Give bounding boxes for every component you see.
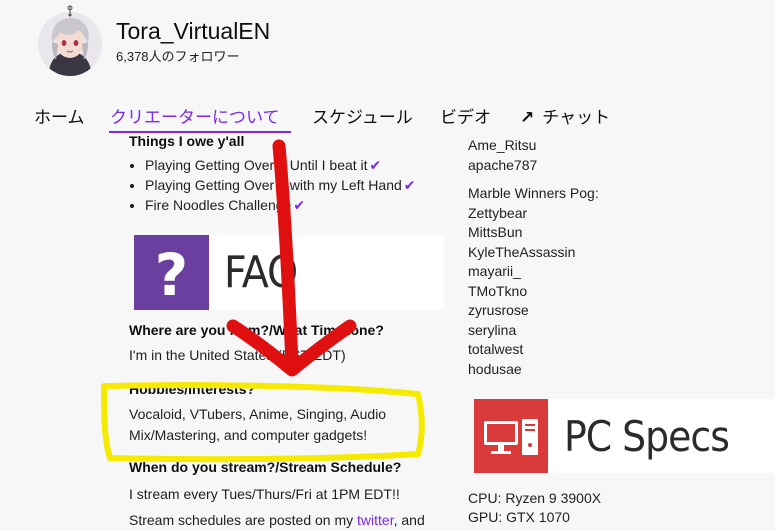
computer-icon [474,399,548,473]
tab-home[interactable]: ホーム [34,103,85,128]
marble-winner: KyleTheAssassin [468,244,576,260]
faq-banner-label: FAQ [224,247,298,298]
question-icon: ? [134,235,209,310]
twitter-link[interactable]: twitter [357,512,394,528]
schedule-text: Stream schedules are posted on my [129,512,354,528]
list-item: Fire Noodles Challenge✔ [145,195,416,215]
tab-chat[interactable]: ↗ チャット [520,103,610,128]
tab-chat-label: チャット [542,108,611,128]
faq-question-where: Where are you from?/What Timezone? [129,322,384,338]
marble-winner: serylina [468,322,517,338]
checkmark-icon: ✔ [369,157,382,173]
owe-item-text: Playing Getting Over It with my Left Han… [145,177,402,193]
supporter-name: apache787 [468,157,538,173]
list-item: Playing Getting Over It with my Left Han… [145,175,416,195]
pc-specs-banner-label: PC Specs [564,411,730,461]
marble-winner: MittsBun [468,224,523,240]
svg-text:?: ? [155,241,189,309]
channel-avatar[interactable] [38,12,102,76]
faq-banner: ? FAQ [134,235,444,310]
checkmark-icon: ✔ [403,177,416,193]
faq-answer-hobbies: Vocaloid, VTubers, Anime, Singing, Audio… [129,406,387,443]
marble-winner: mayarii_ [468,263,521,279]
tab-schedule[interactable]: スケジュール [312,103,413,128]
supporter-name: Ame_Ritsu [468,137,537,153]
owe-item-text: Playing Getting Over It Until I beat it [145,157,368,173]
marble-heading: Marble Winners Pog: [468,185,599,201]
faq-question-stream: When do you stream?/Stream Schedule? [129,459,402,475]
marble-winner: zyrusrose [468,302,529,318]
follower-count: 6,378人のフォロワー [116,49,240,64]
schedule-text-suffix: , and [393,512,425,528]
faq-answer-schedule: Stream schedules are posted on my twitte… [129,510,425,531]
pc-specs-banner: PC Specs [474,399,775,473]
owe-list: Playing Getting Over It Until I beat it✔… [129,155,416,215]
marble-winner: Zettybear [468,205,528,221]
spec-line: CPU: Ryzen 9 3900X [468,490,602,506]
avatar-image [38,12,102,76]
faq-question-hobbies: Hobbies/Interests? [129,381,256,397]
marble-winner: TMoTkno [468,283,528,299]
faq-answer-where: I'm in the United States (EST/EDT) [129,347,346,363]
tab-about[interactable]: クリエーターについて [110,103,280,128]
list-item: Playing Getting Over It Until I beat it✔ [145,155,416,175]
channel-name[interactable]: Tora_VirtualEN [116,18,270,45]
marble-winner: totalwest [468,341,524,357]
tab-videos[interactable]: ビデオ [440,103,491,128]
spec-line: GPU: GTX 1070 [468,509,570,525]
checkmark-icon: ✔ [293,197,306,213]
faq-answer-stream: I stream every Tues/Thurs/Fri at 1PM EDT… [129,486,400,502]
marble-winner: hodusae [468,361,522,377]
external-arrow-icon: ↗ [520,108,535,128]
owe-item-text: Fire Noodles Challenge [145,197,292,213]
owe-heading: Things I owe y'all [129,133,245,149]
